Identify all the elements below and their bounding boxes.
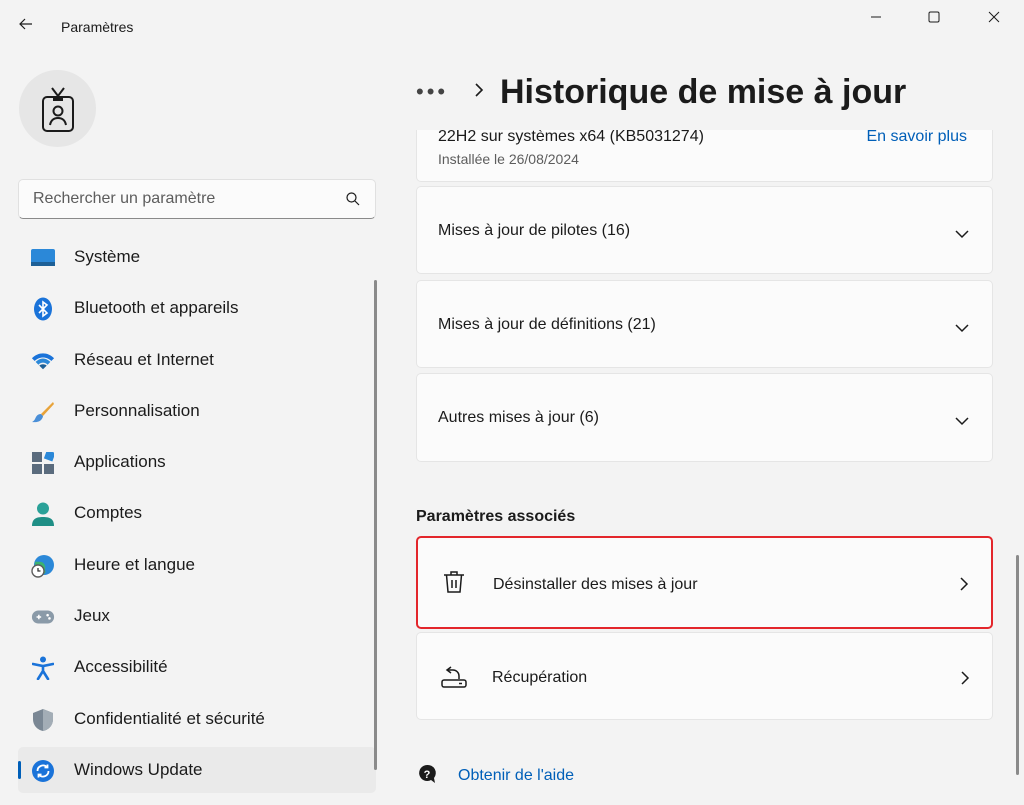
content-scroll-area: 22H2 sur systèmes x64 (KB5031274) Instal…: [416, 130, 993, 805]
other-updates-expander[interactable]: Autres mises à jour (6): [416, 373, 993, 462]
active-indicator: [18, 760, 21, 779]
chevron-down-icon: [954, 320, 970, 338]
update-icon: [31, 759, 55, 783]
sidebar-item-accessibilite[interactable]: Accessibilité: [18, 644, 376, 690]
avatar[interactable]: [19, 70, 96, 147]
page-title: Historique de mise à jour: [500, 72, 907, 111]
help-icon: ?: [416, 763, 458, 790]
gamepad-icon: [31, 605, 55, 629]
back-button[interactable]: [14, 12, 38, 36]
get-help-row[interactable]: ? Obtenir de l'aide: [416, 764, 574, 788]
wifi-icon: [31, 349, 55, 373]
sidebar-item-label: Système: [74, 247, 141, 266]
related-settings-heading: Paramètres associés: [416, 508, 576, 525]
apps-icon: [31, 451, 55, 475]
trash-icon: [443, 570, 465, 599]
sidebar-item-jeux[interactable]: Jeux: [18, 593, 376, 639]
sidebar-scrollbar[interactable]: [374, 280, 377, 770]
globe-clock-icon: [31, 554, 55, 578]
recovery-link-card[interactable]: Récupération: [416, 632, 993, 720]
sidebar-item-personnalisation[interactable]: Personnalisation: [18, 388, 376, 434]
sidebar-item-bluetooth[interactable]: Bluetooth et appareils: [18, 285, 376, 331]
definition-updates-expander[interactable]: Mises à jour de définitions (21): [416, 280, 993, 368]
breadcrumb-more-button[interactable]: •••: [416, 79, 456, 105]
close-icon: [988, 11, 1000, 23]
sidebar-item-label: Heure et langue: [74, 554, 195, 574]
sidebar-item-label: Accessibilité: [74, 657, 168, 677]
chevron-down-icon: [954, 226, 970, 244]
chevron-down-icon: [954, 413, 970, 431]
sidebar-item-systeme[interactable]: Système: [18, 234, 376, 280]
maximize-button[interactable]: [912, 0, 956, 34]
title-bar: Paramètres: [0, 0, 1024, 36]
update-entry-card: 22H2 sur systèmes x64 (KB5031274) Instal…: [416, 130, 993, 182]
sidebar-item-label: Applications: [74, 452, 166, 472]
id-badge-icon: [41, 86, 74, 132]
sidebar-item-label: Comptes: [74, 503, 143, 523]
maximize-icon: [928, 11, 940, 23]
search-input[interactable]: [19, 180, 339, 218]
minimize-icon: [871, 16, 881, 18]
sidebar-item-label: Confidentialité et sécurité: [74, 708, 265, 728]
monitor-icon: [31, 246, 55, 270]
sidebar-nav: Système Bluetooth et appareils Réseau et…: [18, 234, 376, 798]
update-installed-date: Installée le 26/08/2024: [438, 151, 579, 167]
sidebar-item-windows-update[interactable]: Windows Update: [18, 746, 376, 793]
get-help-link[interactable]: Obtenir de l'aide: [458, 767, 574, 785]
chevron-right-icon: [474, 82, 484, 103]
sidebar-item-comptes[interactable]: Comptes: [18, 490, 376, 536]
minimize-button[interactable]: [854, 0, 898, 34]
uninstall-updates-label: Désinstaller des mises à jour: [493, 576, 698, 593]
sidebar-item-reseau[interactable]: Réseau et Internet: [18, 337, 376, 383]
expander-label: Autres mises à jour (6): [438, 409, 599, 426]
sidebar-item-heure-langue[interactable]: Heure et langue: [18, 542, 376, 588]
update-name: 22H2 sur systèmes x64 (KB5031274): [438, 130, 704, 145]
search-box: [18, 179, 376, 219]
breadcrumb: ••• Historique de mise à jour: [416, 72, 906, 112]
recovery-label: Récupération: [492, 669, 588, 686]
sidebar-item-label: Windows Update: [74, 759, 203, 779]
driver-updates-expander[interactable]: Mises à jour de pilotes (16): [416, 186, 993, 274]
svg-text:?: ?: [424, 769, 431, 781]
content-scrollbar[interactable]: [1016, 555, 1019, 775]
person-icon: [31, 502, 55, 527]
accessibility-icon: [31, 656, 55, 681]
expander-label: Mises à jour de pilotes (16): [438, 222, 631, 239]
shield-icon: [31, 708, 55, 732]
sidebar-item-applications[interactable]: Applications: [18, 439, 376, 485]
arrow-left-icon: [19, 18, 32, 30]
chevron-right-icon: [959, 576, 969, 597]
close-button[interactable]: [972, 0, 1016, 34]
learn-more-link[interactable]: En savoir plus: [867, 130, 968, 146]
search-icon[interactable]: [345, 191, 361, 212]
bluetooth-icon: [31, 297, 55, 321]
uninstall-updates-link-card[interactable]: Désinstaller des mises à jour: [416, 536, 993, 629]
sidebar-item-label: Réseau et Internet: [74, 349, 214, 369]
expander-label: Mises à jour de définitions (21): [438, 316, 656, 333]
sidebar-item-label: Bluetooth et appareils: [74, 298, 239, 318]
sidebar-item-confidentialite[interactable]: Confidentialité et sécurité: [18, 696, 376, 742]
chevron-right-icon: [960, 670, 970, 691]
sidebar-item-label: Personnalisation: [74, 400, 200, 420]
sidebar-item-label: Jeux: [74, 606, 110, 626]
brush-icon: [31, 400, 55, 424]
recovery-icon: [441, 665, 467, 694]
app-title: Paramètres: [61, 19, 134, 35]
